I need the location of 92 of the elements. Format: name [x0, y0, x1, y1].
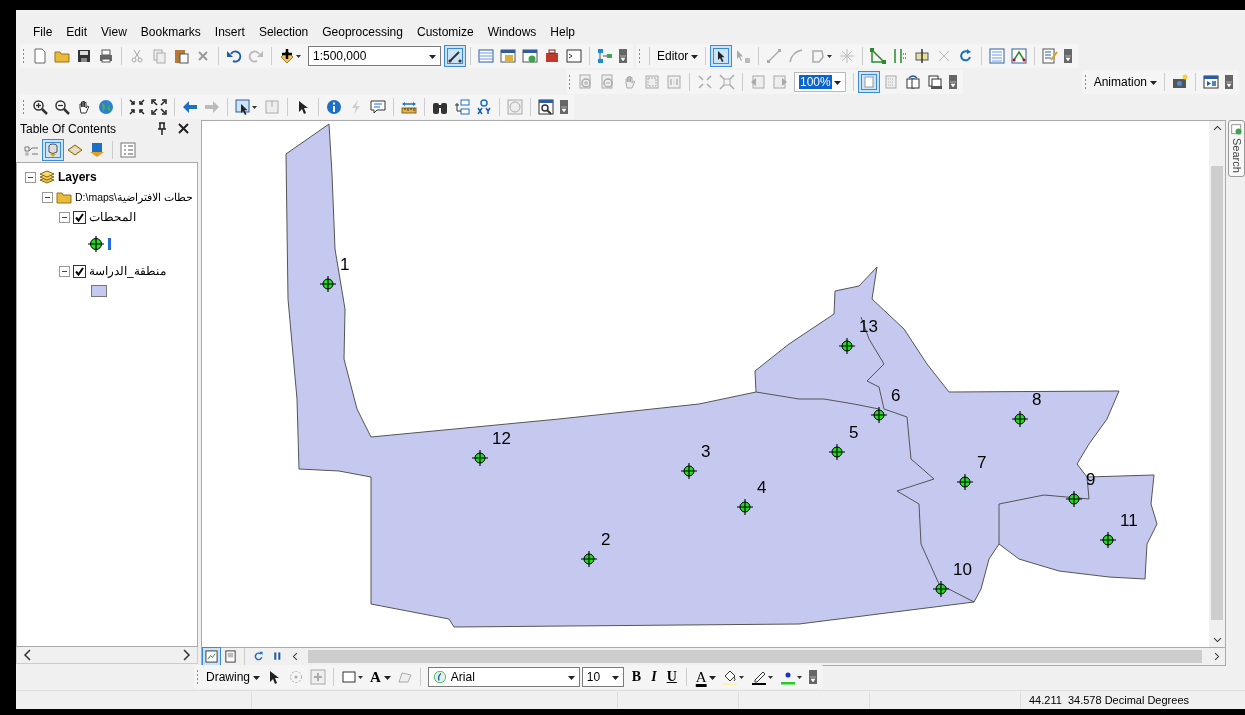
select-features-icon[interactable]: [233, 97, 260, 118]
zoom-field[interactable]: 100%: [794, 71, 846, 92]
station-marker: [1065, 490, 1083, 508]
collapse-icon[interactable]: [59, 211, 70, 223]
window-icon: [1230, 124, 1243, 137]
folder-icon: [56, 189, 72, 206]
station-label: 12: [492, 429, 511, 449]
station-marker: [1099, 531, 1117, 549]
editor-menu[interactable]: Editor: [654, 48, 702, 63]
folder-path[interactable]: D:\maps\حطات الافتراضية: [75, 191, 193, 204]
station-label: 5: [849, 423, 859, 443]
toolbar-options-icon[interactable]: [806, 668, 819, 687]
collapse-icon[interactable]: [25, 171, 36, 183]
underline-button[interactable]: U: [661, 669, 682, 686]
pencil-nodes-icon[interactable]: [445, 45, 465, 66]
toolbar-options-icon[interactable]: [558, 98, 570, 117]
panel-title: Table Of Contents: [20, 122, 117, 137]
polygon-swatch-icon: [91, 285, 107, 298]
layers-icon: [39, 169, 55, 186]
search-tab[interactable]: Search: [1228, 120, 1245, 178]
collapse-icon[interactable]: [42, 191, 53, 203]
scale-field[interactable]: 1:500,000: [308, 45, 441, 66]
station-label: 8: [1032, 390, 1042, 410]
station-marker: [680, 462, 698, 480]
menu-item[interactable]: Insert: [207, 24, 252, 39]
layout-view-icon[interactable]: [222, 648, 239, 666]
font-color-button[interactable]: A: [690, 668, 709, 686]
station-marker: [471, 449, 489, 467]
toolbar-grip[interactable]: [22, 47, 25, 64]
toolbar-options-icon[interactable]: [1223, 72, 1235, 91]
station-label: 13: [859, 317, 878, 337]
layer-name[interactable]: منطقة_الدراسة: [89, 264, 166, 279]
station-label: 2: [601, 530, 611, 550]
collapse-icon[interactable]: [59, 265, 70, 277]
station-label: 7: [977, 453, 987, 473]
drawing-menu[interactable]: Drawing: [203, 670, 263, 685]
station-label: 6: [891, 386, 901, 406]
station-marker: [580, 550, 598, 568]
menu-item[interactable]: View: [94, 24, 134, 39]
toolbar-options-icon[interactable]: [617, 46, 629, 65]
station-marker: [1011, 410, 1029, 428]
sketch-properties-icon[interactable]: [1009, 45, 1030, 66]
text-tool[interactable]: A: [367, 668, 394, 686]
station-marker: [828, 443, 846, 461]
toolbar-grip[interactable]: [638, 47, 641, 64]
toolbar-grip[interactable]: [196, 669, 199, 686]
arrows-out-icon[interactable]: [149, 97, 169, 118]
font-size-field[interactable]: 10: [581, 667, 624, 688]
menu-item[interactable]: Windows: [480, 24, 544, 39]
toolbar-grip[interactable]: [22, 99, 25, 116]
checklist-icon[interactable]: [1040, 45, 1061, 66]
station-marker: [932, 580, 950, 598]
station-label: 4: [757, 478, 767, 498]
font-icon: [432, 670, 447, 685]
menu-item[interactable]: Edit: [59, 24, 95, 39]
station-marker: [319, 275, 337, 293]
magnifier-window-icon[interactable]: [536, 97, 556, 118]
toolbar-grip[interactable]: [568, 73, 571, 90]
station-label: 3: [701, 442, 711, 462]
data-view-icon[interactable]: [203, 648, 220, 666]
font-field[interactable]: Arial: [427, 667, 580, 688]
menu-item[interactable]: Selection: [251, 24, 316, 39]
layer-name[interactable]: المحطات: [89, 210, 136, 225]
menu-item[interactable]: Help: [543, 24, 583, 39]
station-label: 10: [953, 560, 972, 580]
checkbox[interactable]: [73, 210, 86, 224]
checkbox[interactable]: [73, 264, 86, 278]
scrollbar-thumb[interactable]: [308, 650, 1202, 664]
italic-button[interactable]: I: [646, 669, 662, 686]
vertices-icon[interactable]: [868, 45, 889, 66]
data-frame-name[interactable]: Layers: [58, 170, 97, 185]
pointer-icon[interactable]: [711, 45, 732, 66]
station-marker: [736, 498, 754, 516]
page-icon[interactable]: [859, 71, 879, 92]
station-label: 11: [1120, 511, 1138, 531]
toolbar-grip[interactable]: [1083, 73, 1087, 90]
station-label: 1: [340, 255, 350, 275]
bold-button[interactable]: B: [626, 669, 647, 686]
menu-item[interactable]: File: [26, 24, 60, 39]
station-marker: [956, 473, 974, 491]
toolbar-options-icon[interactable]: [1062, 46, 1075, 65]
station-marker: [838, 337, 856, 355]
menu-item[interactable]: Customize: [409, 24, 481, 39]
station-label: 9: [1086, 470, 1096, 490]
menu-item[interactable]: Bookmarks: [133, 24, 208, 39]
scrollbar-thumb[interactable]: [1211, 166, 1223, 621]
point-symbol-icon: [87, 236, 113, 253]
list-by-source-icon[interactable]: [43, 140, 63, 161]
toolbar-options-icon[interactable]: [947, 72, 959, 91]
coordinates-readout: 44.211 34.578 Decimal Degrees: [1028, 694, 1189, 707]
station-marker: [870, 406, 888, 424]
menu-item[interactable]: Geoprocessing: [315, 24, 410, 39]
